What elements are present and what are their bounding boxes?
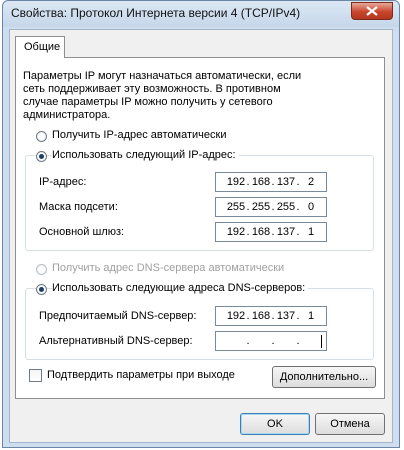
preferred-dns-label: Предпочитаемый DNS-сервер: (39, 310, 197, 322)
ip-octet[interactable]: 168 (251, 176, 271, 188)
description-text: Параметры IP могут назначаться автоматич… (23, 70, 302, 121)
ip-octet[interactable]: 255 (251, 201, 271, 213)
default-gateway-label: Основной шлюз: (39, 226, 125, 238)
ip-octet[interactable]: 192 (226, 310, 246, 322)
default-gateway-input[interactable]: 192. 168. 137. 1 (215, 222, 327, 242)
window-title: Свойства: Протокол Интернета версии 4 (T… (11, 6, 301, 20)
close-icon (366, 6, 378, 16)
ip-octet-separator: . (296, 335, 300, 347)
ip-octet[interactable]: 1 (301, 310, 321, 322)
ip-octet[interactable]: 168 (251, 226, 271, 238)
ip-octet[interactable]: 1 (301, 226, 321, 238)
preferred-dns-input[interactable]: 192. 168. 137. 1 (215, 306, 327, 326)
dns-auto-radio (36, 264, 47, 275)
dialog-window: Свойства: Протокол Интернета версии 4 (T… (2, 0, 400, 448)
text-caret (321, 335, 322, 348)
tab-general-label: Общие (24, 41, 61, 53)
close-button[interactable] (351, 2, 393, 20)
ip-manual-radio[interactable] (36, 151, 47, 162)
advanced-button[interactable]: Дополнительно... (272, 366, 376, 388)
ip-octet[interactable]: 137 (276, 310, 296, 322)
ip-octet[interactable]: 255 (276, 201, 296, 213)
ip-octet[interactable]: 0 (301, 201, 321, 213)
ip-octet-separator: . (246, 335, 250, 347)
ip-octet[interactable]: 137 (276, 176, 296, 188)
tab-general[interactable]: Общие (15, 36, 65, 58)
ip-octet[interactable]: 137 (276, 226, 296, 238)
dns-manual-label[interactable]: Использовать следующие адреса DNS-сервер… (52, 282, 309, 294)
ip-octet[interactable]: 255 (226, 201, 246, 213)
ip-address-input[interactable]: 192. 168. 137. 2 (215, 172, 327, 192)
alternate-dns-label: Альтернативный DNS-сервер: (39, 335, 193, 347)
ip-address-label: IP-адрес: (39, 176, 87, 188)
ip-manual-label[interactable]: Использовать следующий IP-адрес: (52, 149, 239, 161)
dialog-client: Общие Параметры IP могут назначаться авт… (9, 29, 393, 443)
ip-octet[interactable]: 192 (226, 226, 246, 238)
title-bar[interactable]: Свойства: Протокол Интернета версии 4 (T… (3, 1, 399, 27)
ok-button[interactable]: OK (240, 413, 310, 435)
confirm-on-exit-checkbox[interactable] (29, 369, 42, 382)
ip-auto-radio[interactable] (36, 131, 47, 142)
alternate-dns-input[interactable]: ... (215, 331, 327, 351)
cancel-button[interactable]: Отмена (315, 413, 385, 435)
dns-auto-label: Получить адрес DNS-сервера автоматически (52, 262, 285, 274)
subnet-mask-label: Маска подсети: (39, 201, 118, 213)
dns-manual-radio[interactable] (36, 284, 47, 295)
ip-octet[interactable]: 2 (301, 176, 321, 188)
ip-auto-label[interactable]: Получить IP-адрес автоматически (52, 129, 226, 141)
confirm-on-exit-label[interactable]: Подтвердить параметры при выходе (47, 369, 235, 381)
subnet-mask-input[interactable]: 255. 255. 255. 0 (215, 197, 327, 217)
ip-octet[interactable]: 168 (251, 310, 271, 322)
ip-octet[interactable]: 192 (226, 176, 246, 188)
ip-octet-separator: . (271, 335, 275, 347)
